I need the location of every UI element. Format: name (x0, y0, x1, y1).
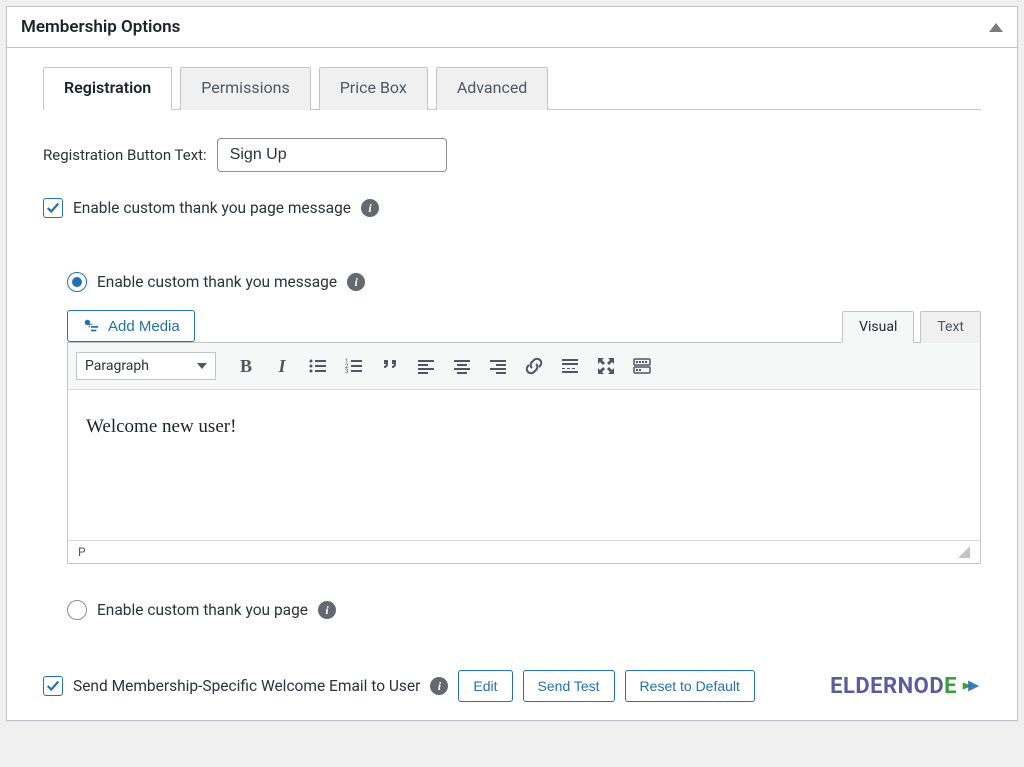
editor-status-bar: P (68, 540, 980, 563)
enable-custom-thank-you-message-radio[interactable] (67, 272, 87, 292)
numbered-list-button[interactable]: 123 (338, 351, 370, 381)
svg-text:3: 3 (345, 368, 348, 375)
format-dropdown[interactable]: Paragraph (76, 352, 216, 380)
info-icon[interactable]: i (318, 601, 336, 619)
info-icon[interactable]: i (347, 273, 365, 291)
send-test-email-button[interactable]: Send Test (523, 670, 615, 702)
tab-bar: Registration Permissions Price Box Advan… (43, 66, 981, 110)
editor-visual-tab[interactable]: Visual (842, 311, 914, 343)
align-right-button[interactable] (482, 351, 514, 381)
enable-custom-thank-you-message-label: Enable custom thank you message (97, 273, 337, 291)
editor-content-area[interactable]: Welcome new user! (68, 390, 980, 540)
add-media-button[interactable]: Add Media (67, 310, 195, 342)
info-icon[interactable]: i (361, 199, 379, 217)
edit-email-button[interactable]: Edit (458, 670, 512, 702)
enable-custom-thank-you-page-label: Enable custom thank you page (97, 601, 308, 619)
tab-registration[interactable]: Registration (43, 67, 172, 110)
tab-price-box[interactable]: Price Box (319, 67, 428, 110)
enable-thank-you-page-msg-checkbox[interactable] (43, 198, 63, 218)
editor-element-path[interactable]: P (78, 545, 86, 559)
align-center-button[interactable] (446, 351, 478, 381)
fullscreen-button[interactable] (590, 351, 622, 381)
registration-button-text-input[interactable] (217, 138, 447, 172)
panel-title: Membership Options (21, 17, 180, 37)
brand-logo: ELDERNODE (830, 674, 981, 699)
enable-custom-thank-you-page-radio[interactable] (67, 600, 87, 620)
toolbar-toggle-button[interactable] (626, 351, 658, 381)
italic-button[interactable]: I (266, 351, 298, 381)
enable-thank-you-page-msg-label: Enable custom thank you page message (73, 199, 351, 217)
tab-advanced[interactable]: Advanced (436, 67, 549, 110)
welcome-email-row: Send Membership-Specific Welcome Email t… (43, 670, 981, 702)
editor-text-tab[interactable]: Text (920, 311, 981, 343)
resize-handle-icon[interactable] (958, 546, 970, 558)
format-dropdown-label: Paragraph (85, 358, 149, 374)
reset-email-button[interactable]: Reset to Default (625, 670, 755, 702)
media-icon (82, 317, 100, 335)
editor-top-bar: Add Media Visual Text (67, 310, 981, 342)
registration-button-text-label: Registration Button Text: (43, 146, 207, 164)
collapse-toggle-icon[interactable] (989, 23, 1003, 32)
read-more-button[interactable] (554, 351, 586, 381)
info-icon[interactable]: i (430, 677, 448, 695)
enable-custom-thank-you-page-row: Enable custom thank you page i (67, 600, 981, 620)
send-welcome-email-checkbox[interactable] (43, 676, 63, 696)
editor-mode-tabs: Visual Text (842, 310, 981, 342)
enable-thank-you-page-msg-row: Enable custom thank you page message i (43, 198, 981, 218)
editor-toolbar: Paragraph B I 123 (68, 343, 980, 390)
send-welcome-email-label: Send Membership-Specific Welcome Email t… (73, 677, 420, 695)
bold-button[interactable]: B (230, 351, 262, 381)
enable-custom-thank-you-message-row: Enable custom thank you message i (67, 272, 981, 292)
panel-header: Membership Options (7, 7, 1017, 48)
registration-button-text-row: Registration Button Text: (43, 138, 981, 172)
blockquote-button[interactable] (374, 351, 406, 381)
panel-body: Registration Permissions Price Box Advan… (7, 48, 1017, 720)
membership-options-panel: Membership Options Registration Permissi… (6, 6, 1018, 721)
link-button[interactable] (518, 351, 550, 381)
logo-arrow-icon (959, 675, 981, 697)
tab-permissions[interactable]: Permissions (180, 67, 310, 110)
add-media-label: Add Media (108, 318, 180, 335)
bullet-list-button[interactable] (302, 351, 334, 381)
chevron-down-icon (197, 363, 207, 369)
editor-wrapper: Add Media Visual Text Paragraph B I (67, 310, 981, 564)
align-left-button[interactable] (410, 351, 442, 381)
editor-box: Paragraph B I 123 (67, 342, 981, 564)
